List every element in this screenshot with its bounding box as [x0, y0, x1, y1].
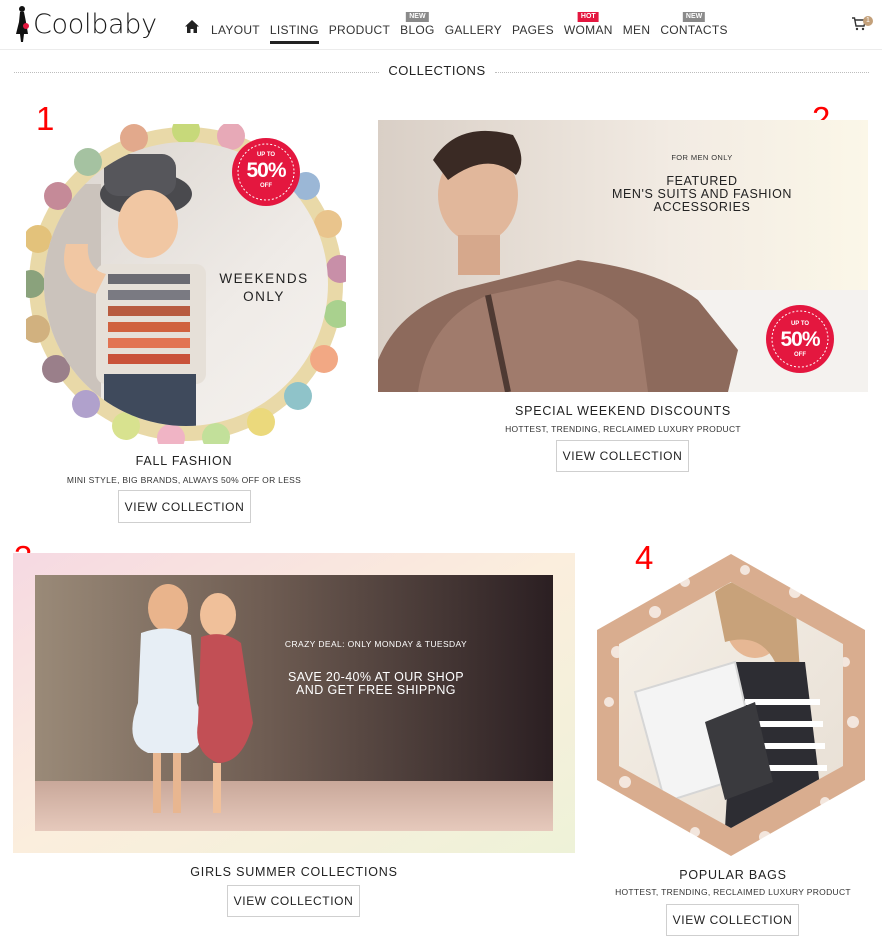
cart-button[interactable]: 1 [852, 16, 873, 35]
fall-fashion-view-button[interactable]: VIEW COLLECTION [118, 490, 251, 523]
nav-blog[interactable]: NEW BLOG [400, 0, 435, 50]
divider [495, 72, 869, 73]
mens-fashion-title: SPECIAL WEEKEND DISCOUNTS [514, 404, 732, 418]
nav-contacts[interactable]: NEW CONTACTS [660, 0, 728, 50]
popular-bags-title: POPULAR BAGS [679, 868, 787, 882]
featured-text: FEATURED MEN'S SUITS AND FASHION ACCESSO… [600, 175, 804, 214]
logo-figure-icon [16, 6, 29, 42]
nav-label: PRODUCT [328, 23, 391, 37]
nav-pages[interactable]: PAGES [512, 0, 554, 50]
badge-upto: UP TO [790, 321, 810, 327]
for-men-only-text: FOR MEN ONLY [671, 153, 733, 162]
girls-summer-image[interactable]: CRAZY DEAL: ONLY MONDAY & TUESDAY SAVE 2… [13, 553, 575, 853]
badge-percent: 50% [780, 328, 820, 351]
nav-home[interactable] [185, 0, 201, 50]
nav-label: BLOG [400, 23, 435, 37]
logo-text: Coolbaby [33, 8, 157, 40]
save-text: SAVE 20-40% AT OUR SHOP AND GET FREE SHI… [266, 671, 486, 697]
girls-summer-illustration [13, 553, 575, 853]
cart-count-badge: 1 [863, 16, 873, 26]
fall-fashion-title: FALL FASHION [135, 454, 233, 468]
badge-percent: 50% [246, 159, 286, 182]
popular-bags-view-button[interactable]: VIEW COLLECTION [666, 904, 799, 936]
nav-label: LAYOUT [211, 23, 260, 37]
popular-bags-subtitle: HOTTEST, TRENDING, RECLAIMED LUXURY PROD… [615, 887, 851, 897]
badge-off: OFF [794, 352, 806, 358]
nav-label: LISTING [269, 23, 319, 37]
fall-fashion-image[interactable]: UP TO 50% OFF WEEKENDS ONLY [26, 124, 346, 444]
hot-badge: HOT [577, 12, 599, 22]
mens-fashion-subtitle: HOTTEST, TRENDING, RECLAIMED LUXURY PROD… [505, 424, 741, 434]
overlay-line: WEEKENDS [219, 271, 309, 286]
nav-men[interactable]: MEN [623, 0, 651, 50]
badge-upto: UP TO [256, 152, 276, 158]
divider [14, 72, 379, 73]
nav-gallery[interactable]: GALLERY [445, 0, 502, 50]
crazy-deal-text: CRAZY DEAL: ONLY MONDAY & TUESDAY [284, 639, 468, 649]
popular-bags-image[interactable] [595, 552, 867, 857]
site-header: Coolbaby LAYOUT LISTING PRODUCT NEW BLOG… [0, 0, 882, 50]
nav-label: WOMAN [563, 23, 613, 37]
nav-label: GALLERY [444, 23, 502, 37]
nav-label: MEN [622, 23, 651, 37]
fall-fashion-subtitle: MINI STYLE, BIG BRANDS, ALWAYS 50% OFF O… [66, 475, 302, 485]
overlay-line: ONLY [243, 289, 285, 304]
main-nav: LAYOUT LISTING PRODUCT NEW BLOG GALLERY … [185, 0, 738, 50]
nav-label: CONTACTS [660, 23, 728, 37]
nav-label: PAGES [511, 23, 554, 37]
badge-off: OFF [260, 183, 272, 189]
nav-layout[interactable]: LAYOUT [211, 0, 260, 50]
mens-fashion-image[interactable]: FOR MEN ONLY FEATURED MEN'S SUITS AND FA… [378, 120, 868, 392]
new-badge: NEW [682, 12, 706, 22]
home-icon [185, 20, 199, 33]
nav-listing[interactable]: LISTING [269, 0, 319, 44]
nav-woman[interactable]: HOT WOMAN [564, 0, 613, 50]
nav-product[interactable]: PRODUCT [329, 0, 390, 50]
overlay-line: AND GET FREE SHIPPNG [296, 683, 456, 697]
girls-summer-title: GIRLS SUMMER COLLECTIONS [190, 865, 398, 879]
logo[interactable]: Coolbaby [14, 4, 157, 44]
girls-summer-view-button[interactable]: VIEW COLLECTION [227, 885, 360, 917]
new-badge: NEW [406, 12, 429, 22]
overlay-line: ACCESSORIES [653, 200, 751, 214]
weekends-only-text: WEEKENDS ONLY [210, 270, 318, 306]
section-title: COLLECTIONS [388, 63, 486, 78]
mens-fashion-view-button[interactable]: VIEW COLLECTION [556, 440, 689, 472]
popular-bags-illustration [597, 554, 865, 856]
section-heading: COLLECTIONS [14, 62, 869, 82]
